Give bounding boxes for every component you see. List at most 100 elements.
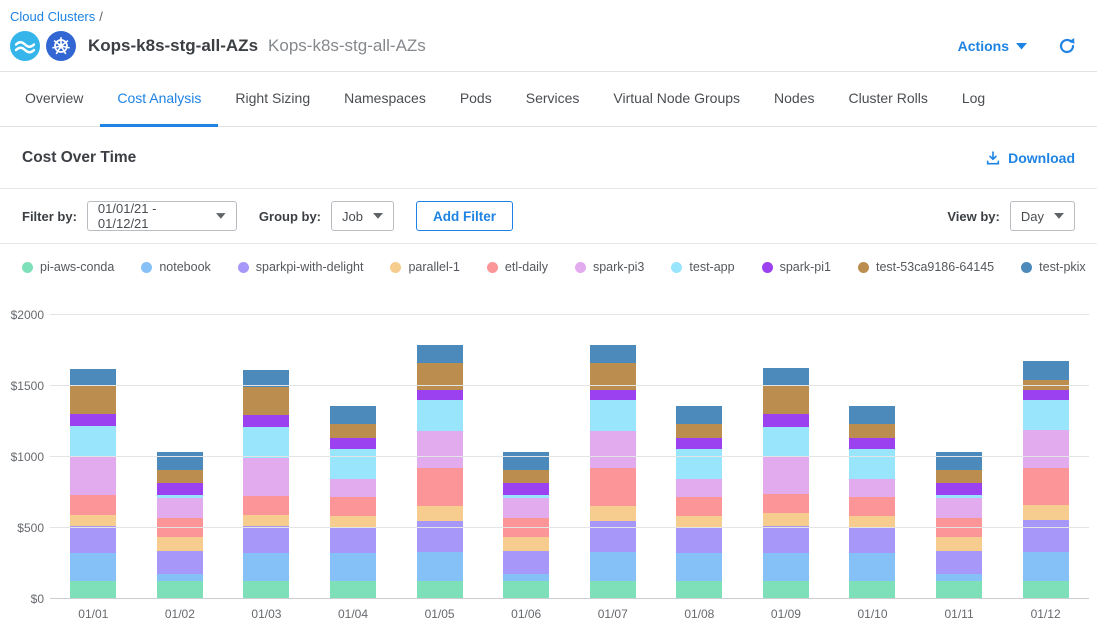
bar-segment-spark-pi3[interactable] (676, 479, 722, 497)
bar-segment-test-53ca9186-64145[interactable] (763, 385, 809, 413)
bar-segment-sparkpi-with-delight[interactable] (70, 526, 116, 553)
bar-segment-notebook[interactable] (590, 552, 636, 581)
bar-segment-spark-pi1[interactable] (243, 415, 289, 427)
bar-segment-parallel-1[interactable] (330, 516, 376, 527)
bar-segment-test-pkix[interactable] (590, 345, 636, 363)
bar-segment-spark-pi3[interactable] (503, 498, 549, 518)
bar-segment-parallel-1[interactable] (503, 537, 549, 551)
bar-segment-notebook[interactable] (157, 574, 203, 581)
bar-segment-pi-aws-conda[interactable] (243, 581, 289, 599)
bar-segment-sparkpi-with-delight[interactable] (243, 526, 289, 553)
breadcrumb-link-cloud-clusters[interactable]: Cloud Clusters (10, 9, 95, 24)
bar-segment-parallel-1[interactable] (590, 506, 636, 521)
bar-segment-test-53ca9186-64145[interactable] (503, 470, 549, 483)
bar-segment-spark-pi3[interactable] (936, 498, 982, 518)
bar-segment-parallel-1[interactable] (676, 516, 722, 527)
bar-segment-test-app[interactable] (763, 427, 809, 457)
bar-segment-test-pkix[interactable] (1023, 361, 1069, 380)
stacked-bar-01-03[interactable] (243, 370, 289, 599)
bar-segment-spark-pi3[interactable] (70, 457, 116, 495)
bar-segment-etl-daily[interactable] (417, 468, 463, 506)
bar-segment-etl-daily[interactable] (330, 497, 376, 516)
bar-segment-spark-pi1[interactable] (503, 483, 549, 495)
bar-segment-pi-aws-conda[interactable] (936, 581, 982, 599)
bar-segment-spark-pi3[interactable] (157, 498, 203, 518)
bar-segment-sparkpi-with-delight[interactable] (417, 521, 463, 552)
bar-segment-sparkpi-with-delight[interactable] (157, 551, 203, 574)
bar-segment-test-app[interactable] (676, 449, 722, 480)
bar-segment-spark-pi3[interactable] (849, 479, 895, 497)
tab-pods[interactable]: Pods (443, 72, 509, 127)
bar-segment-notebook[interactable] (503, 574, 549, 581)
bar-segment-test-53ca9186-64145[interactable] (676, 424, 722, 438)
bar-segment-parallel-1[interactable] (243, 515, 289, 526)
stacked-bar-01-09[interactable] (763, 368, 809, 599)
tab-overview[interactable]: Overview (8, 72, 100, 127)
bar-segment-spark-pi1[interactable] (157, 483, 203, 495)
stacked-bar-01-07[interactable] (590, 345, 636, 599)
bar-segment-spark-pi1[interactable] (1023, 390, 1069, 399)
stacked-bar-01-02[interactable] (157, 452, 203, 599)
bar-segment-etl-daily[interactable] (70, 495, 116, 514)
bar-segment-spark-pi3[interactable] (330, 479, 376, 497)
bar-segment-parallel-1[interactable] (417, 506, 463, 521)
stacked-bar-01-11[interactable] (936, 452, 982, 599)
legend-item-parallel-1[interactable]: parallel-1 (390, 260, 459, 274)
bar-segment-pi-aws-conda[interactable] (1023, 581, 1069, 599)
tab-services[interactable]: Services (509, 72, 597, 127)
bar-segment-spark-pi1[interactable] (417, 390, 463, 399)
bar-segment-spark-pi3[interactable] (763, 456, 809, 494)
bar-segment-test-app[interactable] (70, 426, 116, 457)
bar-segment-pi-aws-conda[interactable] (849, 581, 895, 599)
bar-segment-test-pkix[interactable] (330, 406, 376, 424)
bar-segment-notebook[interactable] (330, 553, 376, 581)
legend-item-notebook[interactable]: notebook (141, 260, 210, 274)
bar-segment-spark-pi1[interactable] (70, 414, 116, 425)
view-by-select[interactable]: Day (1010, 201, 1075, 231)
bar-segment-spark-pi3[interactable] (590, 431, 636, 469)
bar-segment-test-app[interactable] (330, 449, 376, 480)
bar-segment-test-app[interactable] (417, 400, 463, 431)
stacked-bar-01-12[interactable] (1023, 361, 1069, 599)
bar-segment-sparkpi-with-delight[interactable] (763, 526, 809, 553)
tab-log[interactable]: Log (945, 72, 1002, 127)
bar-segment-test-pkix[interactable] (936, 452, 982, 470)
legend-item-spark-pi3[interactable]: spark-pi3 (575, 260, 644, 274)
bar-segment-test-53ca9186-64145[interactable] (936, 470, 982, 483)
stacked-bar-01-05[interactable] (417, 345, 463, 599)
bar-segment-pi-aws-conda[interactable] (503, 581, 549, 599)
bar-segment-etl-daily[interactable] (676, 497, 722, 516)
bar-segment-test-53ca9186-64145[interactable] (849, 424, 895, 438)
bar-segment-notebook[interactable] (243, 553, 289, 581)
legend-item-test-pkix[interactable]: test-pkix (1021, 260, 1086, 274)
bar-segment-notebook[interactable] (936, 574, 982, 581)
bar-segment-notebook[interactable] (676, 553, 722, 581)
bar-segment-parallel-1[interactable] (1023, 505, 1069, 520)
bar-segment-spark-pi1[interactable] (590, 390, 636, 399)
bar-segment-pi-aws-conda[interactable] (763, 581, 809, 599)
bar-segment-test-53ca9186-64145[interactable] (330, 424, 376, 438)
tab-right-sizing[interactable]: Right Sizing (218, 72, 327, 127)
refresh-button[interactable] (1057, 36, 1077, 56)
stacked-bar-01-08[interactable] (676, 406, 722, 599)
bar-segment-test-53ca9186-64145[interactable] (590, 363, 636, 391)
bar-segment-notebook[interactable] (417, 552, 463, 581)
bar-segment-spark-pi1[interactable] (849, 438, 895, 449)
bar-segment-spark-pi1[interactable] (676, 438, 722, 449)
bar-segment-parallel-1[interactable] (70, 515, 116, 526)
bar-segment-sparkpi-with-delight[interactable] (590, 521, 636, 552)
legend-item-pi-aws-conda[interactable]: pi-aws-conda (22, 260, 114, 274)
bar-segment-test-53ca9186-64145[interactable] (157, 470, 203, 483)
bar-segment-notebook[interactable] (70, 553, 116, 581)
bar-segment-test-app[interactable] (849, 449, 895, 480)
date-range-select[interactable]: 01/01/21 - 01/12/21 (87, 201, 237, 231)
bar-segment-test-pkix[interactable] (417, 345, 463, 363)
bar-segment-notebook[interactable] (1023, 552, 1069, 581)
bar-segment-spark-pi3[interactable] (1023, 430, 1069, 468)
stacked-bar-01-01[interactable] (70, 369, 116, 599)
bar-segment-sparkpi-with-delight[interactable] (849, 527, 895, 553)
bar-segment-test-53ca9186-64145[interactable] (70, 386, 116, 414)
legend-item-etl-daily[interactable]: etl-daily (487, 260, 548, 274)
bar-segment-pi-aws-conda[interactable] (70, 581, 116, 599)
legend-item-test-app[interactable]: test-app (671, 260, 734, 274)
